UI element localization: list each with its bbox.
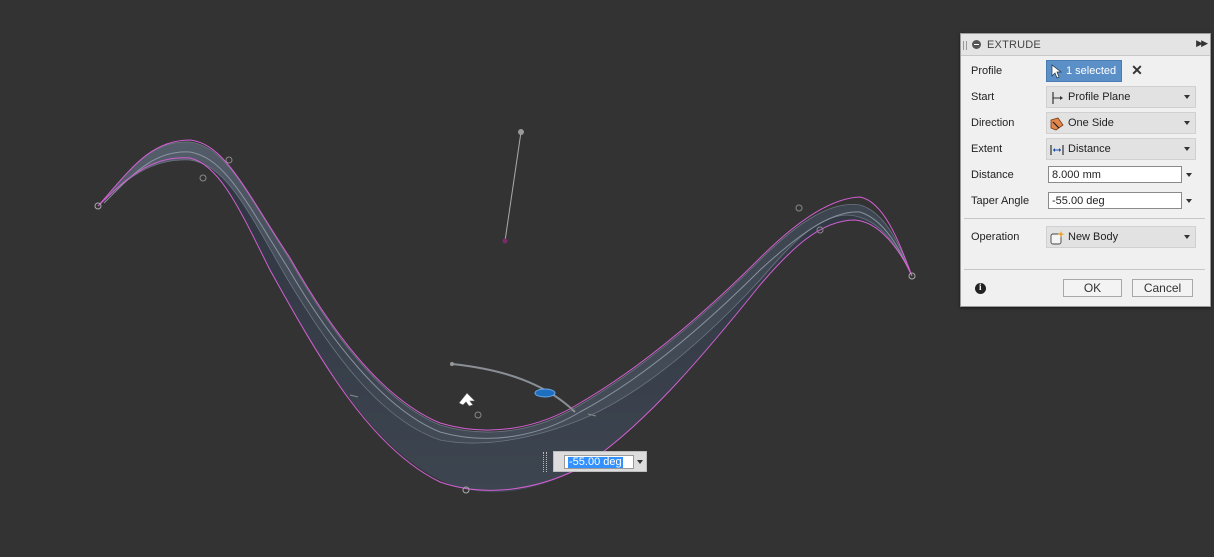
operation-row: Operation New Body (961, 226, 1210, 248)
start-value: Profile Plane (1068, 91, 1131, 103)
body-inner-edge (103, 151, 911, 439)
close-icon[interactable]: ✕ (1130, 62, 1144, 78)
distance-input[interactable] (1048, 166, 1182, 183)
taper-angle-input[interactable] (1048, 192, 1182, 209)
profile-row: Profile 1 selected ✕ (961, 60, 1210, 82)
operation-value: New Body (1068, 231, 1119, 243)
extrude-panel: EXTRUDE ▶▶ Profile 1 selected ✕ Start Pr… (960, 33, 1211, 307)
body-top-face[interactable] (97, 141, 913, 444)
chevron-down-icon (1184, 121, 1190, 125)
info-icon[interactable] (975, 282, 986, 294)
profile-selection-count: 1 selected (1066, 65, 1117, 77)
chevron-down-icon[interactable] (637, 460, 643, 464)
distance-label: Distance (971, 169, 1014, 181)
start-label: Start (971, 91, 995, 103)
taper-angle-row: Taper Angle (961, 190, 1210, 212)
cancel-button[interactable]: Cancel (1132, 279, 1193, 297)
taper-pivot-line (504, 131, 522, 242)
arc-end-point (450, 362, 454, 366)
start-row: Start Profile Plane (961, 86, 1210, 108)
sketch-point[interactable] (795, 204, 803, 212)
taper-angle-floating-input[interactable]: -55.00 deg (553, 451, 647, 472)
cursor-arrow-icon (1051, 64, 1063, 79)
ok-button[interactable]: OK (1063, 279, 1122, 297)
extent-dropdown[interactable]: Distance (1046, 138, 1196, 160)
sketch-point[interactable] (199, 174, 207, 182)
sketch-point[interactable] (474, 411, 482, 419)
collapse-icon[interactable] (972, 40, 981, 49)
divider (964, 218, 1205, 219)
operation-label: Operation (971, 231, 1020, 243)
new-body-icon (1050, 231, 1065, 245)
extent-value: Distance (1068, 143, 1111, 155)
panel-title: EXTRUDE (987, 39, 1041, 51)
divider (964, 269, 1205, 270)
profile-label: Profile (971, 65, 1003, 77)
operation-dropdown[interactable]: New Body (1046, 226, 1196, 248)
direction-label: Direction (971, 117, 1015, 129)
expand-arrows-icon[interactable]: ▶▶ (1196, 38, 1208, 49)
start-dropdown[interactable]: Profile Plane (1046, 86, 1196, 108)
chevron-down-icon[interactable] (1186, 173, 1192, 177)
sketch-point[interactable] (225, 156, 233, 164)
profile-select-button[interactable]: 1 selected (1046, 60, 1122, 82)
taper-angle-handle[interactable] (534, 388, 556, 398)
distance-row: Distance (961, 164, 1210, 186)
input-drag-handle[interactable] (543, 452, 547, 472)
panel-header[interactable]: EXTRUDE ▶▶ (961, 34, 1210, 56)
taper-angle-floating-field[interactable]: -55.00 deg (564, 455, 634, 469)
chevron-down-icon[interactable] (1186, 199, 1192, 203)
distance-icon (1050, 145, 1064, 155)
mouse-cursor-icon (458, 392, 476, 407)
drag-grip-icon[interactable] (963, 41, 967, 50)
profile-plane-icon (1052, 92, 1063, 104)
taper-angle-label: Taper Angle (971, 195, 1030, 207)
direction-dropdown[interactable]: One Side (1046, 112, 1196, 134)
direction-value: One Side (1068, 117, 1114, 129)
one-side-icon (1050, 117, 1064, 131)
chevron-down-icon (1184, 147, 1190, 151)
extent-label: Extent (971, 143, 1003, 155)
chevron-down-icon (1184, 235, 1190, 239)
extent-row: Extent Distance (961, 138, 1210, 160)
pivot-handle[interactable] (518, 129, 524, 135)
floating-input-value: -55.00 deg (568, 456, 623, 468)
pivot-origin-point[interactable] (502, 238, 508, 244)
direction-row: Direction One Side (961, 112, 1210, 134)
chevron-down-icon (1184, 95, 1190, 99)
